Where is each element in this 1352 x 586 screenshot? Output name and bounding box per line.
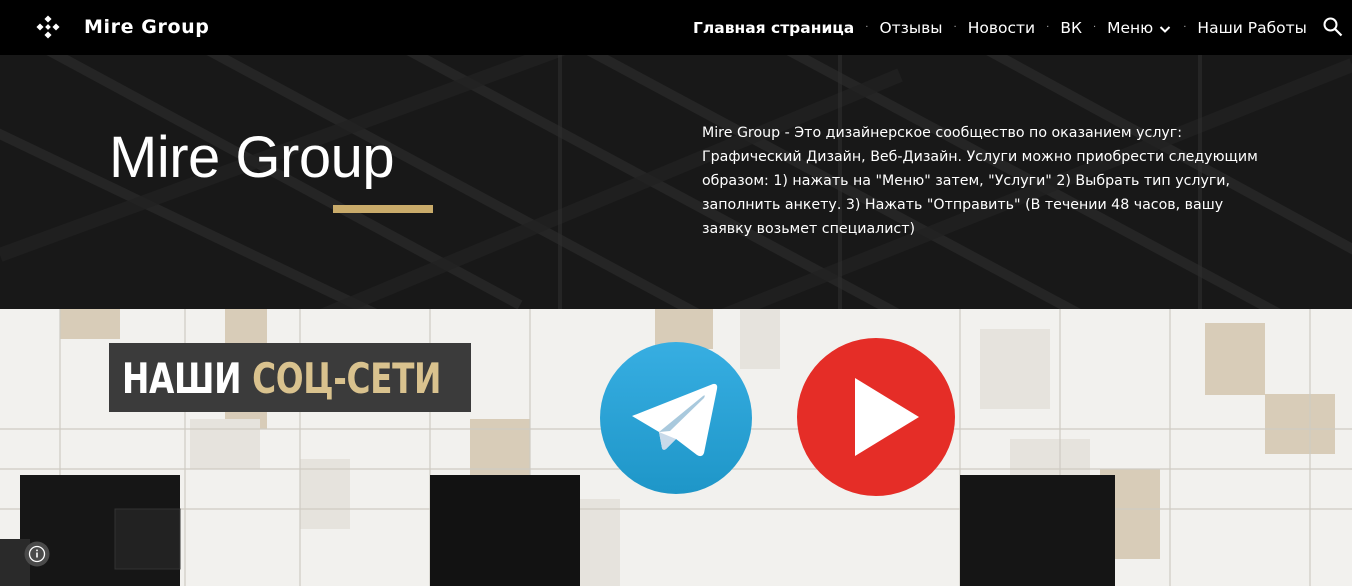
hero-description: Mire Group - Это дизайнерское сообщество…	[702, 125, 1258, 237]
nav-separator: ·	[1092, 22, 1097, 33]
main-nav: Главная страница · Отзывы · Новости · ВК…	[693, 16, 1307, 40]
nav-item-our-works[interactable]: Наши Работы	[1197, 17, 1307, 39]
diamond-grid-logo-icon[interactable]	[36, 15, 60, 39]
nav-separator: ·	[1046, 22, 1050, 33]
chevron-down-icon	[1160, 25, 1171, 33]
title-accent-underline	[333, 205, 433, 213]
nav-item-vk[interactable]: ВК	[1060, 17, 1082, 39]
nav-separator: ·	[1183, 22, 1187, 33]
nav-item-reviews[interactable]: Отзывы	[879, 17, 942, 39]
search-icon[interactable]	[1322, 16, 1344, 38]
hero-section: Mire Group Mire Group - Это дизайнерское…	[0, 55, 1352, 309]
nav-item-menu[interactable]: Меню	[1107, 17, 1172, 39]
top-navigation-bar: Mire Group Главная страница · Отзывы · Н…	[0, 0, 1352, 55]
hero-title: Mire Group	[109, 125, 395, 190]
telegram-icon[interactable]	[600, 342, 752, 494]
info-icon[interactable]	[24, 541, 50, 567]
social-section: НАШИ СОЦ-СЕТИ	[0, 309, 1352, 586]
nav-separator: ·	[865, 22, 869, 33]
social-heading: НАШИ СОЦ-СЕТИ	[122, 350, 441, 408]
social-heading-part2: СОЦ-СЕТИ	[252, 354, 442, 403]
nav-item-home[interactable]: Главная страница	[693, 17, 854, 39]
nav-item-menu-label: Меню	[1107, 19, 1154, 37]
nav-item-news[interactable]: Новости	[968, 17, 1035, 39]
site-name[interactable]: Mire Group	[84, 14, 209, 40]
nav-separator: ·	[953, 22, 957, 33]
social-heading-part1: НАШИ	[122, 354, 242, 403]
youtube-play-icon[interactable]	[797, 338, 955, 496]
